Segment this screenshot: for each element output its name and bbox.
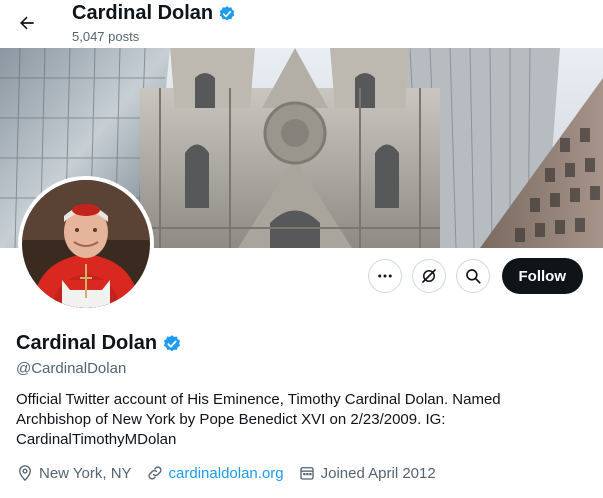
calendar-icon [298, 464, 316, 482]
verified-badge-icon [218, 5, 236, 23]
grok-icon [421, 269, 436, 283]
follow-button[interactable]: Follow [501, 258, 583, 294]
website: cardinaldolan.org [146, 464, 284, 482]
link-icon [146, 464, 164, 482]
location: New York, NY [16, 464, 132, 482]
profile-actions: Follow [367, 258, 583, 294]
header-title: Cardinal Dolan [72, 2, 214, 24]
back-arrow-icon [20, 16, 34, 30]
profile-name: Cardinal Dolan [16, 332, 158, 354]
back-button[interactable] [12, 8, 42, 38]
profile-meta: New York, NY cardinaldolan.org Joined Ap… [16, 464, 450, 482]
search-icon [465, 269, 481, 284]
verified-badge-icon[interactable] [162, 334, 182, 354]
more-icon [377, 274, 392, 278]
grok-button[interactable] [411, 259, 446, 293]
more-button[interactable] [367, 259, 402, 293]
post-count: 5,047 posts [72, 29, 140, 44]
avatar-photo [22, 180, 150, 308]
location-icon [16, 464, 34, 482]
avatar[interactable] [18, 176, 154, 312]
profile-name-row: Cardinal Dolan [16, 332, 182, 355]
profile-handle: @CardinalDolan [16, 360, 127, 377]
search-button[interactable] [455, 259, 490, 293]
profile-bio: Official Twitter account of His Eminence… [16, 391, 501, 448]
top-bar: Cardinal Dolan 5,047 posts [0, 0, 603, 48]
join-date-text: Joined April 2012 [320, 464, 436, 482]
website-link[interactable]: cardinaldolan.org [169, 465, 284, 482]
join-date: Joined April 2012 [298, 464, 436, 482]
header-title-row: Cardinal Dolan [72, 2, 236, 25]
location-text: New York, NY [39, 464, 132, 482]
